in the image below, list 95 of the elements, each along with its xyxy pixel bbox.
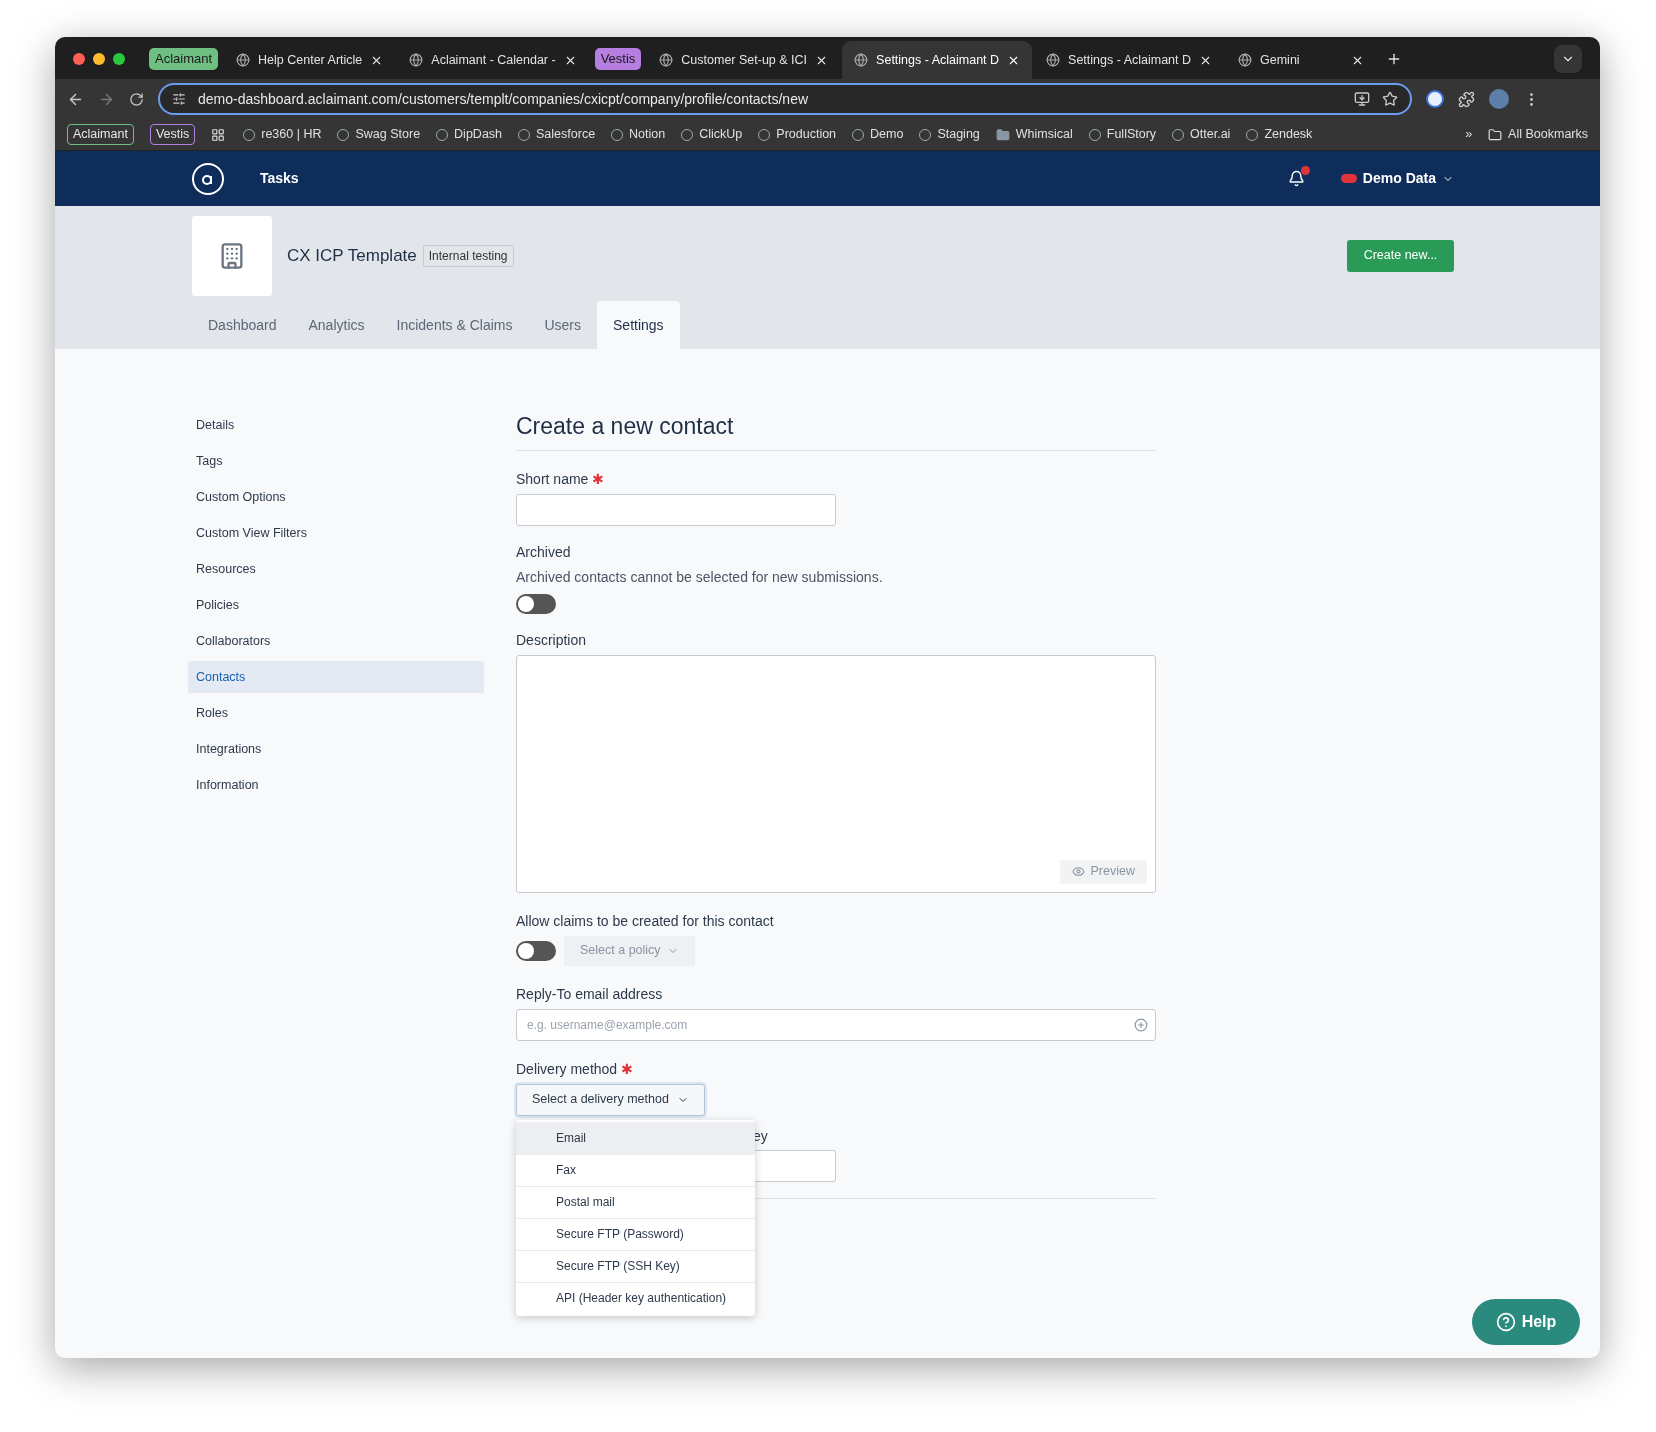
sidebar-item[interactable]: Contacts — [188, 661, 484, 693]
delivery-method-select[interactable]: Select a delivery method — [516, 1083, 705, 1116]
field-label: Archived — [516, 542, 571, 562]
bookmark-link[interactable]: Production — [776, 125, 837, 144]
bookmark-link[interactable]: Staging — [937, 125, 980, 144]
company-name: CX ICP Template — [287, 244, 417, 267]
required-mark: ✱ — [592, 469, 605, 489]
tab-search-button[interactable] — [1554, 45, 1582, 73]
site-icon — [409, 53, 424, 67]
short-name-field[interactable] — [516, 493, 836, 526]
sidebar-item[interactable]: Custom Options — [188, 481, 484, 513]
toggle-switch[interactable] — [516, 940, 556, 961]
bookmark-link[interactable]: Zendesk — [1264, 125, 1313, 144]
sidebar-item[interactable]: Details — [188, 409, 484, 441]
logo-icon[interactable] — [192, 162, 224, 195]
install-icon[interactable] — [1354, 91, 1370, 107]
bookmark-link[interactable]: ClickUp — [699, 125, 743, 144]
help-icon — [1495, 1312, 1516, 1332]
text-field[interactable] — [753, 1149, 836, 1182]
company-tab[interactable]: Analytics — [292, 301, 381, 349]
bookmark-link[interactable]: Salesforce — [536, 125, 596, 144]
toggle-switch[interactable] — [516, 593, 556, 614]
help-text: Archived contacts cannot be selected for new submissions. — [516, 567, 884, 587]
browser-tab[interactable]: Aclaimant - Calendar - — [397, 41, 589, 79]
account-menu-button[interactable]: Demo Data — [1340, 168, 1454, 189]
bookmark-link[interactable]: FullStory — [1106, 125, 1157, 144]
sidebar-item[interactable]: Resources — [188, 553, 484, 585]
sidebar-item[interactable]: Policies — [188, 589, 484, 621]
help-button[interactable]: Help — [1472, 1299, 1580, 1345]
sidebar-item[interactable]: Roles — [188, 697, 484, 729]
sidebar-item[interactable]: Tags — [188, 445, 484, 477]
bookmark-link[interactable]: Demo — [870, 125, 904, 144]
site-icon — [1238, 53, 1253, 67]
reload-icon[interactable] — [129, 91, 144, 107]
field-label: Reply-To email address — [516, 984, 663, 1004]
folder-icon — [1488, 127, 1503, 142]
sidebar-item[interactable]: Collaborators — [188, 625, 484, 657]
address-bar[interactable]: demo-dashboard.aclaimant.com/customers/templt/companies/cxicpt/company/profile/contacts/new — [158, 83, 1412, 115]
site-icon — [854, 53, 869, 67]
minimize-window-icon[interactable] — [93, 53, 105, 65]
nav-link[interactable]: Tasks — [260, 168, 299, 189]
apps-icon[interactable] — [211, 127, 226, 142]
dropdown-option[interactable]: Email — [516, 1121, 755, 1154]
close-window-icon[interactable] — [73, 53, 85, 65]
extensions-icon[interactable] — [1458, 90, 1475, 108]
company-tab[interactable]: Dashboard — [192, 301, 293, 349]
more-bookmarks-button[interactable]: » — [1465, 125, 1473, 144]
tab-group-chip[interactable]: Vestis — [594, 48, 642, 70]
bookmark-link[interactable]: Swag Store — [355, 125, 421, 144]
dropdown-option[interactable]: API (Header key authentication) — [516, 1281, 755, 1314]
folder-icon — [995, 127, 1010, 142]
all-bookmarks-link[interactable]: All Bookmarks — [1508, 125, 1588, 144]
browser-tab[interactable]: Customer Set-up & ICI — [647, 41, 841, 79]
sidebar-item[interactable]: Custom View Filters — [188, 517, 484, 549]
bookmark-star-icon[interactable] — [1382, 91, 1398, 107]
field-label: Allow claims to be created for this contact — [516, 911, 774, 931]
site-icon — [659, 53, 674, 67]
field-label: Short name — [516, 469, 589, 489]
eye-icon — [1071, 865, 1085, 878]
site-settings-icon[interactable] — [172, 92, 186, 106]
site-icon — [236, 53, 251, 67]
bookmark-link[interactable]: Otter.ai — [1190, 125, 1231, 144]
create-new-button[interactable]: Create new... — [1347, 239, 1454, 272]
browser-tab[interactable]: Help Center Article — [224, 41, 396, 79]
site-icon — [1046, 53, 1061, 67]
bookmark-link[interactable]: Notion — [629, 125, 666, 144]
add-icon[interactable] — [1134, 1017, 1148, 1032]
company-tab[interactable]: Users — [528, 301, 598, 349]
dropdown-option[interactable]: Secure FTP (Password) — [516, 1217, 755, 1250]
browser-tab[interactable]: Settings - Aclaimant D — [842, 41, 1033, 79]
field-label: Description — [516, 630, 587, 650]
browser-tab[interactable]: Settings - Aclaimant D — [1034, 41, 1225, 79]
bookmark-link[interactable]: DipDash — [454, 125, 503, 144]
extension-icon[interactable] — [1426, 90, 1444, 108]
dropdown-option[interactable]: Fax — [516, 1153, 755, 1186]
sidebar-item[interactable]: Integrations — [188, 733, 484, 765]
bookmark-link[interactable]: Whimsical — [1015, 125, 1073, 144]
tab-group-chip[interactable]: Aclaimant — [149, 48, 219, 70]
company-badge: Internal testing — [422, 244, 514, 267]
form-title: Create a new contact — [516, 409, 1156, 451]
bookmark-group-chip[interactable]: Vestis — [149, 124, 196, 145]
profile-avatar[interactable] — [1489, 89, 1509, 109]
company-tab[interactable]: Settings — [597, 301, 680, 349]
required-mark: ✱ — [621, 1059, 634, 1079]
reply-to-field[interactable]: e.g. username@example.com — [516, 1008, 1156, 1041]
field-label: Delivery method — [516, 1059, 618, 1079]
bookmark-group-chip[interactable]: Aclaimant — [67, 124, 134, 145]
dropdown-option[interactable]: Postal mail — [516, 1185, 755, 1218]
sidebar-item[interactable]: Information — [188, 769, 484, 801]
maximize-window-icon[interactable] — [113, 53, 125, 65]
notification-bell-icon[interactable] — [1287, 170, 1305, 187]
company-tab[interactable]: Incidents & Claims — [380, 301, 529, 349]
bookmark-link[interactable]: re360 | HR — [261, 125, 322, 144]
dropdown-option[interactable]: Secure FTP (SSH Key) — [516, 1249, 755, 1282]
browser-tab[interactable]: Gemini — [1226, 41, 1377, 79]
